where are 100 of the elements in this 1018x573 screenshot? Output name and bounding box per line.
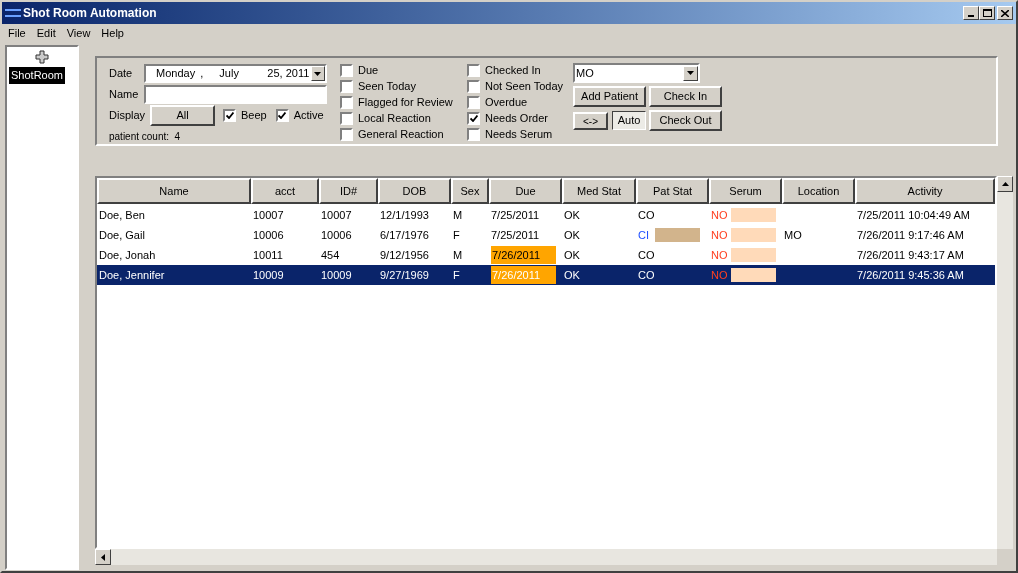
checkbox-label: Active xyxy=(293,108,324,124)
table-cell-text: 7/26/2011 9:43:17 AM xyxy=(857,247,964,263)
close-icon xyxy=(1001,9,1009,17)
table-row[interactable]: Doe, Jonah 10011 454 9/12/1956 M 7/26/2011 OK CO NO 7/26/2011 9:43:17 AM xyxy=(97,245,995,265)
checkbox-label: General Reaction xyxy=(358,126,444,142)
table-cell-text: 10009 xyxy=(253,267,284,283)
name-field[interactable] xyxy=(144,84,327,104)
table-cell-text: CO xyxy=(638,247,655,263)
table-cell-text: 6/17/1976 xyxy=(380,227,429,243)
column-header[interactable]: Pat Stat xyxy=(636,178,709,204)
close-button[interactable] xyxy=(997,6,1013,20)
checkbox[interactable] xyxy=(340,63,353,77)
check-out-button[interactable]: Check Out xyxy=(649,110,722,131)
app-icon xyxy=(5,7,21,19)
add-icon[interactable] xyxy=(35,50,49,64)
table-cell-text: 7/25/2011 xyxy=(491,227,540,243)
column-header[interactable]: Serum xyxy=(709,178,782,204)
checkbox[interactable] xyxy=(223,108,236,122)
serum-swatch xyxy=(730,248,776,262)
patient-count: patient count: 4 xyxy=(109,130,182,144)
checkbox[interactable] xyxy=(467,95,480,109)
dropdown-arrow-icon xyxy=(314,71,322,76)
table-row[interactable]: Doe, Ben 10007 10007 12/1/1993 M 7/25/2011 OK CO NO 7/25/2011 10:04:49 AM xyxy=(97,205,995,225)
checkbox-label: Flagged for Review xyxy=(358,94,453,110)
table-cell-text: CO xyxy=(638,267,655,283)
serum-swatch xyxy=(730,228,776,242)
table-row[interactable]: Doe, Jennifer 10009 10009 9/27/1969 F 7/26/2011 OK CO NO 7/26/2011 9:45:36 AM xyxy=(97,265,995,285)
column-header[interactable]: Name xyxy=(97,178,251,204)
column-header[interactable]: Due xyxy=(489,178,562,204)
table-cell-text: Doe, Gail xyxy=(99,227,145,243)
scroll-up-icon xyxy=(1001,182,1009,186)
column-header[interactable]: Sex xyxy=(451,178,489,204)
table-cell-text: CI xyxy=(638,227,649,243)
menu-item[interactable]: View xyxy=(61,24,96,42)
table-cell-text: NO xyxy=(711,267,728,283)
swap-button[interactable]: <-> xyxy=(573,111,608,130)
check-in-button[interactable]: Check In xyxy=(649,86,722,107)
auto-toggle[interactable]: Auto xyxy=(612,111,646,130)
checkbox-label: Needs Order xyxy=(485,110,548,126)
dropdown-arrow-icon xyxy=(687,71,694,75)
checkbox[interactable] xyxy=(340,95,353,109)
table-row[interactable]: Doe, Gail 10006 10006 6/17/1976 F 7/25/2011 OK CI NO MO 7/26/2011 9:17:46 AM xyxy=(97,225,995,245)
table-cell-text: 454 xyxy=(321,247,340,263)
table-cell-text: 10007 xyxy=(321,207,352,223)
checkbox-label: Not Seen Today xyxy=(485,78,564,94)
table-cell-text: 10007 xyxy=(253,207,284,223)
table-cell-text: F xyxy=(453,267,460,283)
table-cell-text: NO xyxy=(711,207,728,223)
table-cell-text: 10006 xyxy=(321,227,352,243)
scroll-left-icon xyxy=(101,553,105,561)
checkbox[interactable] xyxy=(467,127,480,141)
table-cell-text: 10011 xyxy=(253,247,283,263)
date-picker[interactable]: Monday , July 25, 2011 xyxy=(144,64,327,84)
location-dropdown[interactable]: MO xyxy=(573,63,700,83)
column-header[interactable]: acct xyxy=(251,178,319,204)
checkbox-label: Overdue xyxy=(485,94,528,110)
table-cell-text: Doe, Jennifer xyxy=(99,267,165,283)
maximize-button[interactable] xyxy=(979,6,995,20)
checkbox[interactable] xyxy=(275,108,289,122)
table-cell-text: OK xyxy=(564,267,580,283)
menu-item[interactable]: Edit xyxy=(31,24,61,42)
tree-item[interactable]: ShotRoom xyxy=(9,67,65,84)
vertical-scrollbar[interactable] xyxy=(997,176,1013,549)
table-cell-text: NO xyxy=(711,247,728,263)
table-cell-text: OK xyxy=(564,227,580,243)
checkbox-label: Due xyxy=(358,62,379,78)
table-cell-text: CO xyxy=(638,207,655,223)
checkbox[interactable] xyxy=(467,79,480,93)
checkbox[interactable] xyxy=(340,79,353,93)
column-header[interactable]: ID# xyxy=(319,178,378,204)
table-cell-text: 10006 xyxy=(253,227,284,243)
table-cell-text: OK xyxy=(564,207,580,223)
table-cell-text: NO xyxy=(711,227,728,243)
column-header[interactable]: DOB xyxy=(378,178,451,204)
table-cell: 7/26/2011 xyxy=(491,266,556,284)
checkbox[interactable] xyxy=(340,127,353,141)
column-header[interactable]: Activity xyxy=(855,178,995,204)
table-cell-text: 12/1/1993 xyxy=(380,207,429,223)
table-cell-text: Doe, Ben xyxy=(99,207,145,223)
checkbox-label: Seen Today xyxy=(358,78,416,94)
menu-item[interactable]: File xyxy=(3,24,31,42)
menu-item[interactable]: Help xyxy=(96,24,129,42)
display-button[interactable]: All xyxy=(150,104,215,126)
checkbox[interactable] xyxy=(467,63,480,77)
table-cell-text: M xyxy=(453,207,463,223)
column-header[interactable]: Med Stat xyxy=(562,178,636,204)
checkbox[interactable] xyxy=(467,111,480,125)
field-label: Display xyxy=(109,108,147,124)
table-cell-text: 7/26/2011 9:17:46 AM xyxy=(857,227,964,243)
serum-swatch xyxy=(730,208,776,222)
add-patient-button[interactable]: Add Patient xyxy=(573,86,646,107)
checkbox[interactable] xyxy=(340,111,353,125)
checkbox-label: Checked In xyxy=(485,62,541,78)
horizontal-scrollbar[interactable] xyxy=(95,549,997,565)
table-cell-text: 7/25/2011 xyxy=(491,207,540,223)
minimize-button[interactable] xyxy=(963,6,979,20)
checkbox-label: Needs Serum xyxy=(485,126,553,142)
table-cell-text: OK xyxy=(564,247,580,263)
column-header[interactable]: Location xyxy=(782,178,855,204)
table-cell-text: 7/26/2011 9:45:36 AM xyxy=(857,267,964,283)
